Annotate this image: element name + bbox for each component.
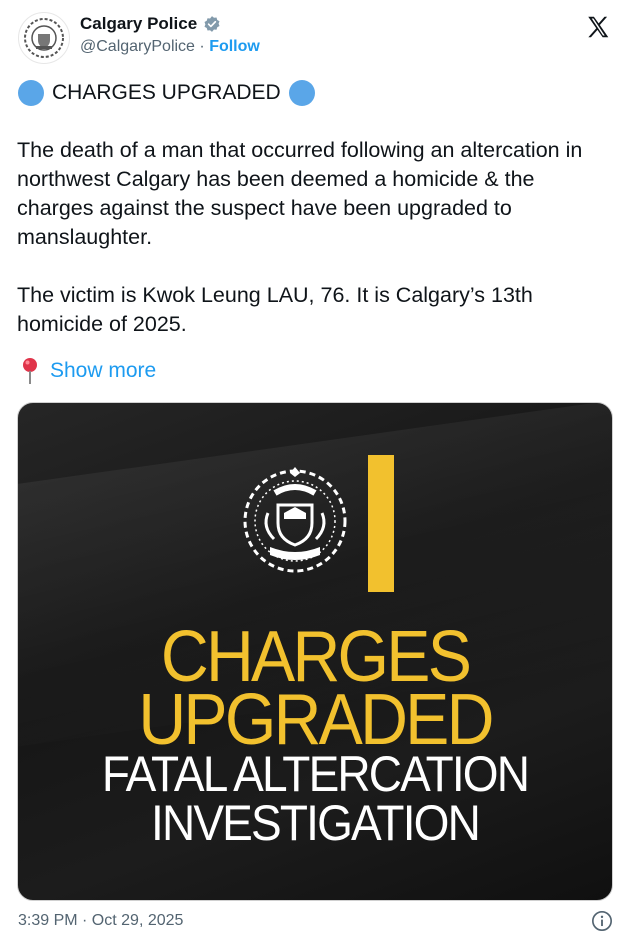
verified-badge-icon <box>204 16 220 32</box>
post-header: Calgary Police @CalgaryPolice · Follow <box>18 10 613 66</box>
show-more-row: Show more <box>20 357 156 385</box>
display-name-text[interactable]: Calgary Police <box>80 14 197 34</box>
follow-button[interactable]: Follow <box>209 38 260 55</box>
banner-line-fatal-altercation: FATAL ALTERCATION <box>101 746 530 802</box>
blue-circle-left-icon <box>18 80 44 106</box>
handle-row: @CalgaryPolice · Follow <box>80 38 260 56</box>
post-body: The death of a man that occurred followi… <box>17 136 607 339</box>
timestamp[interactable]: 3:39 PM · Oct 29, 2025 <box>18 912 183 929</box>
banner-line-investigation: INVESTIGATION <box>151 795 481 851</box>
post-paragraph-1: The death of a man that occurred followi… <box>17 138 583 249</box>
yellow-accent-bar <box>368 455 394 592</box>
post-title: CHARGES UPGRADED <box>18 80 315 106</box>
post-footer: 3:39 PM · Oct 29, 2025 <box>18 910 613 932</box>
info-circle-icon[interactable] <box>591 910 613 932</box>
media-image[interactable]: CHARGES UPGRADED FATAL ALTERCATION INVES… <box>17 402 613 901</box>
x-logo-icon[interactable] <box>585 14 611 40</box>
blue-circle-right-icon <box>288 80 315 106</box>
post-paragraph-2: The victim is Kwok Leung LAU, 76. It is … <box>17 283 533 336</box>
title-text: CHARGES UPGRADED <box>52 81 281 104</box>
round-pushpin-icon <box>23 358 37 384</box>
calgary-police-crest-icon <box>24 18 64 58</box>
show-more-link[interactable]: Show more <box>50 359 156 383</box>
avatar[interactable] <box>18 12 70 64</box>
display-name[interactable]: Calgary Police <box>80 14 221 34</box>
separator-dot: · <box>199 38 205 55</box>
author-names: Calgary Police @CalgaryPolice · Follow <box>80 14 260 56</box>
calgary-police-service-crest-icon <box>243 467 347 573</box>
handle[interactable]: @CalgaryPolice <box>80 38 195 55</box>
